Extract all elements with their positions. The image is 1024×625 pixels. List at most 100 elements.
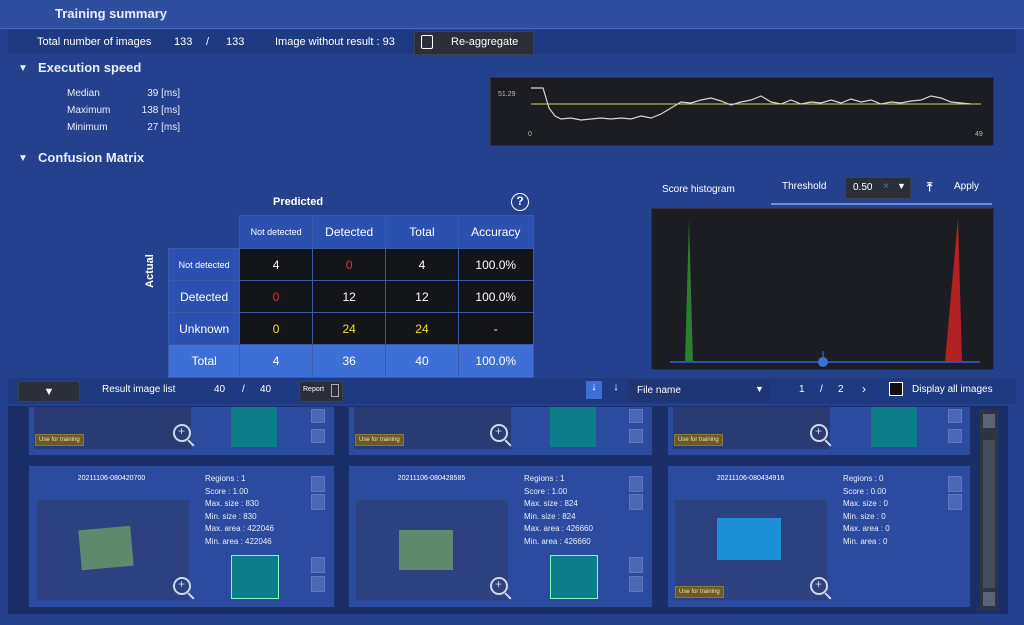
sort-field-select[interactable]: File name ▼ [628, 380, 770, 402]
image-card-top[interactable]: Use for training [28, 406, 335, 456]
cm-cell: 0 [239, 280, 313, 313]
cm-col-accuracy: Accuracy [457, 215, 535, 249]
sort-descending-icon[interactable]: ↓ [608, 381, 624, 399]
max-area-text: Max. area : 426660 [524, 524, 593, 534]
max-area-text: Max. area : 422046 [205, 524, 274, 534]
clipboard-icon [421, 35, 433, 49]
maximum-value: 138 [ms] [141, 105, 180, 116]
scroll-square [311, 576, 325, 592]
sort-ascending-icon[interactable]: ↓ [586, 381, 602, 399]
threshold-value: 0.50 [853, 182, 873, 193]
regions-text: Regions : 1 [524, 474, 565, 483]
image-stats: Regions : 0 Score : 0.00 Max. size : 0 M… [843, 473, 890, 549]
zoom-icon[interactable] [173, 577, 191, 595]
reaggregate-button[interactable]: Re-aggregate [414, 31, 534, 55]
zoom-icon[interactable] [490, 577, 508, 595]
help-icon[interactable]: ? [511, 193, 529, 211]
histogram-svg [670, 217, 980, 367]
apply-button[interactable]: Apply [954, 181, 979, 192]
collapse-execution-icon[interactable]: ▼ [18, 63, 28, 74]
min-area-text: Min. area : 426660 [524, 536, 591, 546]
confusion-matrix-table: Not detected Detected Total Accuracy Not… [167, 215, 535, 378]
zoom-icon[interactable] [810, 424, 828, 442]
cm-cell: 36 [311, 344, 387, 378]
min-size-text: Min. size : 830 [205, 511, 257, 521]
cm-cell: 0 [239, 312, 313, 345]
image-card[interactable]: 20211106-080434916 Use for training Regi… [667, 465, 971, 608]
total-images-total: 133 [226, 36, 245, 48]
minimum-label: Minimum [67, 122, 108, 133]
image-card[interactable]: 20211106-080420700 Regions : 1 Score : 1… [28, 465, 335, 608]
actual-label: Actual [143, 254, 156, 288]
cm-col-detected: Detected [311, 215, 387, 249]
max-size-text: Max. size : 830 [205, 499, 259, 509]
median-value: 39 [ms] [147, 88, 180, 99]
threshold-select[interactable]: 0.50 × ▼ [845, 177, 911, 199]
list-scrollbar[interactable] [980, 410, 998, 610]
scroll-square [629, 409, 643, 423]
zoom-icon[interactable] [173, 424, 191, 442]
threshold-clear-icon[interactable]: × [883, 181, 889, 192]
scrollbar-up[interactable] [983, 414, 995, 428]
image-stats: Regions : 1 Score : 1.00 Max. size : 824… [524, 473, 593, 549]
cm-row-detected: Detected [167, 280, 241, 313]
next-page-icon[interactable]: › [862, 382, 866, 396]
min-area-text: Min. area : 0 [843, 536, 888, 546]
pcb-object [399, 530, 453, 570]
scroll-square [948, 476, 962, 492]
max-size-text: Max. size : 0 [843, 499, 888, 509]
scroll-square [948, 494, 962, 510]
result-count-b: 40 [260, 384, 272, 395]
cm-cell: 40 [385, 344, 459, 378]
scroll-square [948, 409, 962, 423]
region-crop-thumb [550, 407, 596, 447]
report-button[interactable]: Report [299, 381, 343, 402]
chevron-down-icon: ▼ [755, 384, 764, 394]
image-card[interactable]: 20211106-080428585 Regions : 1 Score : 1… [348, 465, 653, 608]
display-all-checkbox[interactable] [889, 382, 903, 396]
median-label: Median [67, 88, 100, 99]
cm-row-unknown: Unknown [167, 312, 241, 345]
total-images-count: 133 [174, 36, 193, 48]
speed-line-svg [531, 87, 981, 121]
cm-cell: 100.0% [457, 248, 535, 281]
use-for-training-badge: Use for training [674, 434, 723, 446]
use-for-training-badge: Use for training [675, 586, 724, 598]
image-card-top[interactable]: Use for training [667, 406, 971, 456]
zoom-icon[interactable] [810, 577, 828, 595]
cm-corner [169, 216, 240, 249]
cm-cell: 4 [385, 248, 459, 281]
cm-cell: 24 [311, 312, 387, 345]
histogram-bar-low [685, 219, 693, 362]
min-size-text: Min. size : 824 [524, 511, 576, 521]
use-for-training-badge: Use for training [355, 434, 404, 446]
cm-cell: 4 [239, 344, 313, 378]
region-crop-thumb [231, 407, 277, 447]
threshold-handle[interactable] [818, 357, 828, 367]
region-crop-thumb [231, 555, 279, 599]
cm-cell: 0 [311, 248, 387, 281]
filter-button[interactable]: ▼ [18, 381, 80, 402]
image-card-top[interactable]: Use for training [348, 406, 653, 456]
execution-speed-title: Execution speed [38, 60, 142, 75]
max-area-text: Max. area : 0 [843, 524, 890, 534]
total-images-separator: / [206, 36, 210, 48]
sort-field-value: File name [637, 385, 681, 396]
scroll-square [629, 494, 643, 510]
zoom-icon[interactable] [490, 424, 508, 442]
score-text: Score : 0.00 [843, 486, 887, 496]
max-size-text: Max. size : 824 [524, 499, 578, 509]
cm-cell: 24 [385, 312, 459, 345]
threshold-underline [771, 203, 992, 205]
score-histogram-title: Score histogram [662, 184, 735, 195]
chart-x-end: 49 [975, 131, 983, 138]
min-size-text: Min. size : 0 [843, 511, 886, 521]
use-for-training-badge: Use for training [35, 434, 84, 446]
image-file-name: 20211106-080420700 [77, 475, 146, 482]
total-images-label: Total number of images [37, 36, 152, 48]
minimum-value: 27 [ms] [147, 122, 180, 133]
scrollbar-down[interactable] [983, 592, 995, 606]
page-current: 1 [799, 384, 805, 395]
collapse-confusion-icon[interactable]: ▼ [18, 153, 28, 164]
scrollbar-thumb[interactable] [983, 440, 995, 588]
